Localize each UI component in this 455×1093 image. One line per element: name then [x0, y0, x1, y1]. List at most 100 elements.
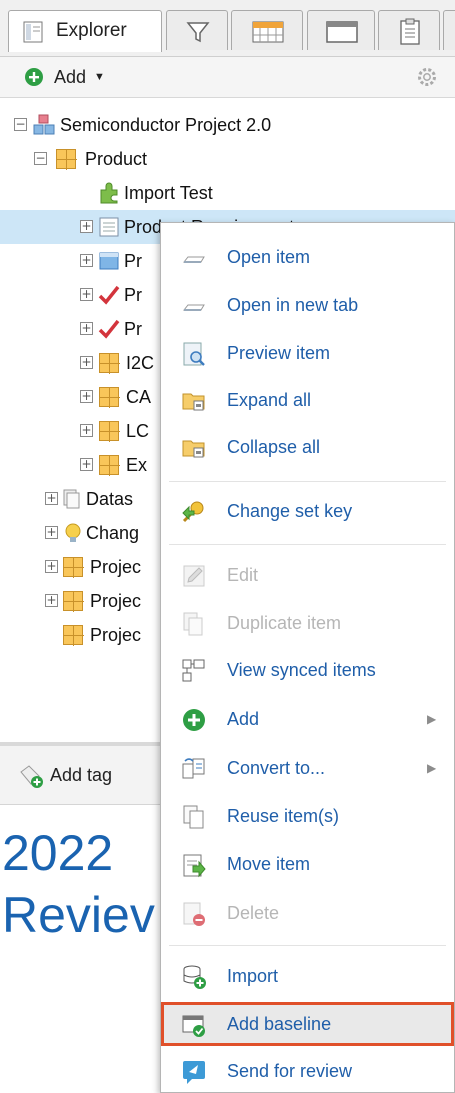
menu-item-move[interactable]: Move item — [161, 842, 454, 886]
tab-explorer[interactable]: Explorer — [8, 10, 162, 52]
menu-item-expand-all[interactable]: Expand all — [161, 378, 454, 422]
collapse-icon[interactable]: − — [34, 152, 47, 165]
expand-icon[interactable]: + — [80, 390, 93, 403]
menu-item-view-synced[interactable]: View synced items — [161, 648, 454, 692]
tree-item-root[interactable]: − Semiconductor Project 2.0 — [0, 108, 455, 142]
panel-tab-bar: Explorer — [0, 0, 455, 57]
tree-item-label: Pr — [124, 319, 142, 339]
filter-icon — [186, 22, 210, 43]
tree-item-product[interactable]: − Product — [0, 142, 455, 176]
folder-icon — [99, 421, 120, 442]
tab-grid-view[interactable] — [231, 10, 303, 50]
add-tag-label: Add tag — [50, 765, 113, 785]
preview-icon — [183, 342, 205, 366]
change-set-key-icon — [182, 501, 204, 523]
tree-item-label: Pr — [124, 285, 142, 305]
item-title-line-1: 2022 — [2, 825, 114, 881]
menu-item-duplicate[interactable]: Duplicate item — [161, 601, 454, 645]
menu-item-open-new-tab[interactable]: Open in new tab — [161, 283, 454, 327]
tree-item-import-test[interactable]: Import Test — [0, 176, 455, 210]
expand-icon[interactable]: + — [80, 322, 93, 335]
submenu-arrow-icon: ▶ — [427, 761, 437, 775]
menu-item-label: Edit — [227, 565, 259, 585]
expand-icon[interactable]: + — [45, 526, 58, 539]
checkmark-icon — [98, 319, 120, 339]
expand-icon[interactable]: + — [80, 254, 93, 267]
menu-item-label: Change set key — [227, 501, 353, 521]
context-menu: Open item Open in new tab Preview item E… — [160, 222, 455, 1093]
tree-item-label: Projec — [90, 625, 142, 645]
tree-item-label: Chang — [86, 523, 140, 543]
expand-icon[interactable]: + — [45, 560, 58, 573]
menu-item-collapse-all[interactable]: Collapse all — [161, 425, 454, 469]
explorer-icon — [23, 21, 43, 43]
item-title-line-2: Reviev — [2, 887, 155, 943]
lightbulb-icon — [65, 523, 81, 542]
tree-item-label: CA — [126, 387, 152, 407]
tab-clipboard[interactable] — [378, 10, 440, 50]
folder-icon — [99, 353, 120, 374]
tab-filter[interactable] — [166, 10, 228, 50]
menu-item-open-item[interactable]: Open item — [161, 235, 454, 279]
expand-icon[interactable]: + — [80, 458, 93, 471]
tab-explorer-label: Explorer — [56, 20, 127, 41]
folder-icon — [63, 557, 84, 578]
new-tab-icon — [182, 304, 205, 311]
expand-icon[interactable]: + — [45, 594, 58, 607]
menu-item-label: Add — [227, 709, 260, 729]
gear-icon[interactable] — [416, 66, 438, 88]
menu-item-add-baseline[interactable]: Add baseline — [161, 1002, 454, 1046]
menu-item-change-set-key[interactable]: Change set key — [161, 489, 454, 533]
open-item-icon — [182, 256, 205, 263]
plus-circle-icon — [25, 68, 43, 86]
collapse-folder-icon — [182, 440, 205, 458]
menu-item-label: Convert to... — [227, 758, 326, 778]
menu-item-reuse[interactable]: Reuse item(s) — [161, 794, 454, 838]
menu-item-label: Preview item — [227, 343, 331, 363]
expand-icon[interactable]: + — [80, 356, 93, 369]
grid-view-icon — [252, 21, 284, 43]
checkmark-icon — [98, 285, 120, 305]
menu-item-label: Collapse all — [227, 437, 321, 457]
expand-icon[interactable]: + — [80, 220, 93, 233]
document-list-icon — [99, 217, 119, 237]
synced-items-icon — [182, 659, 205, 682]
folder-icon — [63, 625, 84, 646]
chevron-down-icon: ▼ — [94, 71, 105, 83]
menu-item-label: Expand all — [227, 390, 312, 410]
expand-icon[interactable]: + — [80, 288, 93, 301]
expand-icon[interactable]: + — [45, 492, 58, 505]
menu-item-convert-to[interactable]: Convert to... ▶ — [161, 746, 454, 790]
tab-overflow[interactable] — [443, 10, 455, 50]
menu-item-import[interactable]: Import — [161, 954, 454, 998]
menu-item-add[interactable]: Add ▶ — [161, 697, 454, 741]
explorer-toolbar: Add ▼ — [0, 57, 455, 98]
submenu-arrow-icon: ▶ — [427, 712, 437, 726]
plus-circle-icon — [183, 709, 205, 731]
menu-item-label: Open item — [227, 247, 311, 267]
move-item-icon — [183, 854, 206, 878]
tree-item-label: Semiconductor Project 2.0 — [60, 115, 272, 135]
collapse-icon[interactable]: − — [14, 118, 27, 131]
menu-item-preview[interactable]: Preview item — [161, 331, 454, 375]
datasets-icon — [63, 489, 80, 509]
menu-item-edit[interactable]: Edit — [161, 553, 454, 597]
menu-item-label: View synced items — [227, 660, 376, 680]
duplicate-icon — [183, 612, 203, 636]
menu-item-label: Delete — [227, 903, 280, 923]
tree-item-label: Ex — [126, 455, 148, 475]
tree-item-label: Product — [85, 149, 148, 169]
menu-item-delete[interactable]: Delete — [161, 891, 454, 935]
expand-icon[interactable]: + — [80, 424, 93, 437]
menu-item-label: Reuse item(s) — [227, 806, 340, 826]
menu-item-label: Import — [227, 966, 279, 986]
add-button-label: Add — [54, 66, 87, 87]
tree-item-label: Projec — [90, 557, 142, 577]
add-dropdown-button[interactable]: Add ▼ — [24, 65, 105, 89]
menu-item-send-review[interactable]: Send for review — [161, 1049, 454, 1093]
tab-window[interactable] — [307, 10, 375, 50]
expand-folder-icon — [182, 393, 205, 411]
tree-item-label: Pr — [124, 251, 142, 271]
pencil-icon — [183, 565, 205, 587]
tree-item-label: I2C — [126, 353, 155, 373]
